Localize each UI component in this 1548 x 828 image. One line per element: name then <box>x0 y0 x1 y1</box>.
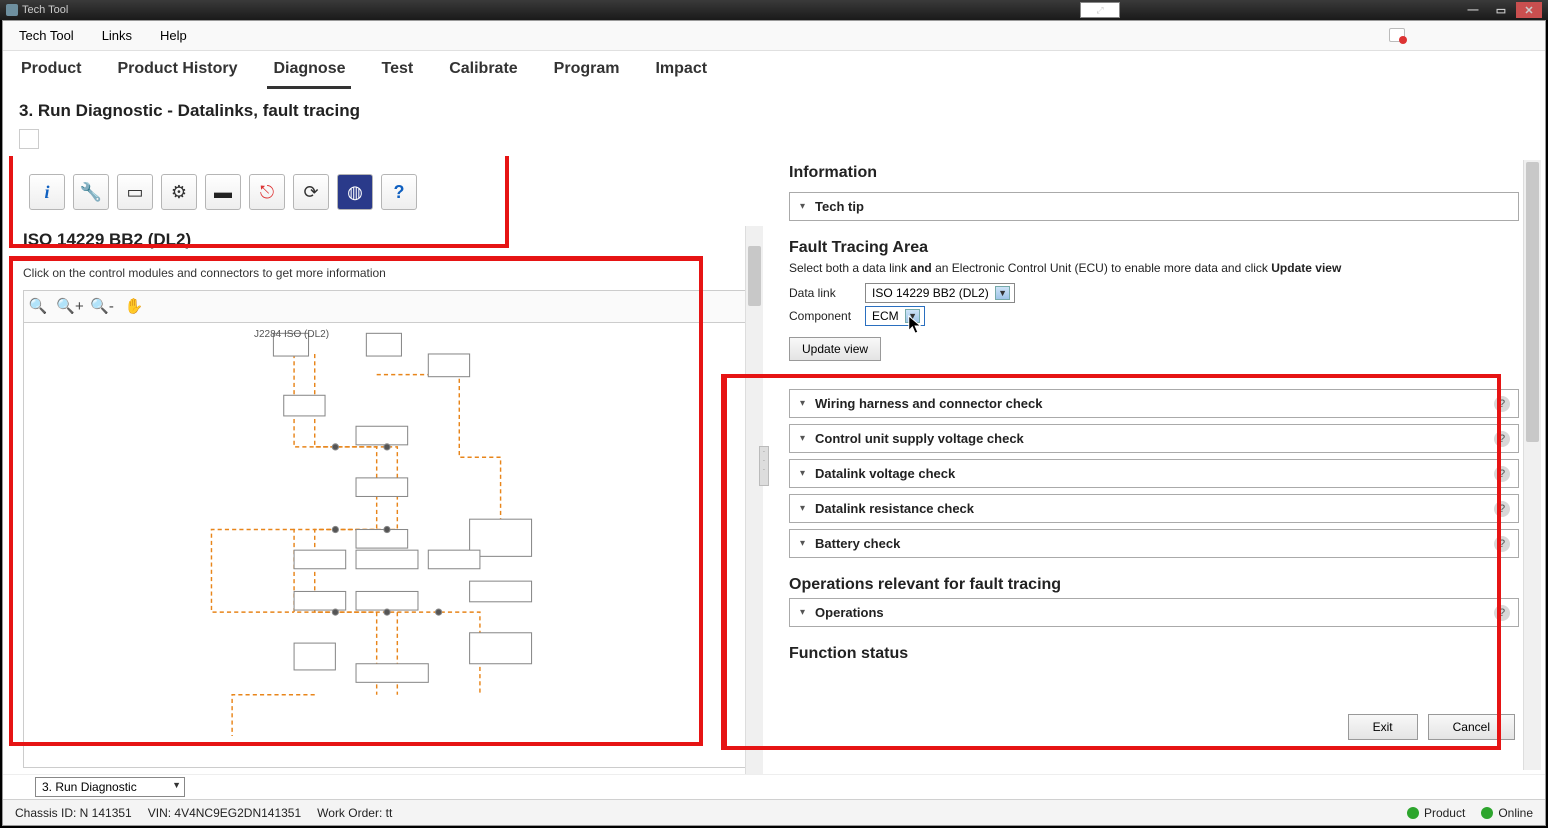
data-link-select[interactable]: ISO 14229 BB2 (DL2) <box>865 283 1015 303</box>
toolbar-info-icon[interactable]: i <box>29 174 65 210</box>
exit-button[interactable]: Exit <box>1348 714 1418 740</box>
status-product: Product <box>1407 806 1465 820</box>
tab-product-history[interactable]: Product History <box>111 52 243 89</box>
wiring-diagram[interactable]: J2284 ISO (DL2) <box>23 322 751 768</box>
app-menubar: Tech Tool Links Help <box>3 21 1545 51</box>
tech-tip-label: Tech tip <box>815 199 864 214</box>
chevron-down-icon: ▾ <box>800 398 805 409</box>
diagram-hint: Click on the control modules and connect… <box>23 260 751 290</box>
help-icon[interactable]: ? <box>1494 605 1510 621</box>
diagram-title-label: J2284 ISO (DL2) <box>254 329 329 340</box>
help-icon[interactable]: ? <box>1494 501 1510 517</box>
status-online: Online <box>1481 806 1533 820</box>
status-bar: Chassis ID: N 141351 VIN: 4V4NC9EG2DN141… <box>3 799 1545 825</box>
left-scrollbar[interactable] <box>745 226 763 774</box>
chevron-down-icon: ▾ <box>800 433 805 444</box>
help-icon[interactable]: ? <box>1494 431 1510 447</box>
diagram-section-title: ISO 14229 BB2 (DL2) <box>23 228 751 260</box>
right-scrollbar[interactable] <box>1523 160 1541 770</box>
toolbar-wrench-icon[interactable]: 🔧 <box>73 174 109 210</box>
window-titlebar: Tech Tool ⤢ — ▭ ✕ <box>0 0 1548 20</box>
zoom-in-icon[interactable]: 🔍+ <box>56 293 84 319</box>
toolbar-note-icon[interactable]: ▭ <box>117 174 153 210</box>
zoom-out-icon[interactable]: 🔍- <box>88 293 116 319</box>
window-resize-widget[interactable]: ⤢ <box>1080 2 1120 18</box>
window-minimize-button[interactable]: — <box>1460 2 1486 18</box>
accordion-operations[interactable]: ▾ Operations ? <box>789 598 1519 627</box>
component-label: Component <box>789 309 855 323</box>
chevron-down-icon: ▾ <box>800 468 805 479</box>
window-maximize-button[interactable]: ▭ <box>1488 2 1514 18</box>
status-work-order: Work Order: tt <box>317 806 392 820</box>
fault-tracing-heading: Fault Tracing Area <box>789 239 1519 257</box>
chevron-down-icon: ▾ <box>800 201 805 212</box>
page-title: 3. Run Diagnostic - Datalinks, fault tra… <box>3 89 1545 129</box>
toolbar-refresh-icon[interactable]: ⟳ <box>293 174 329 210</box>
status-dot-icon <box>1407 807 1419 819</box>
tab-impact[interactable]: Impact <box>649 52 713 89</box>
accordion-wiring-harness[interactable]: ▾ Wiring harness and connector check ? <box>789 389 1519 418</box>
help-icon[interactable]: ? <box>1494 536 1510 552</box>
toolbar-globe-icon[interactable]: ◍ <box>337 174 373 210</box>
operations-heading: Operations relevant for fault tracing <box>789 576 1519 594</box>
tab-calibrate[interactable]: Calibrate <box>443 52 523 89</box>
tab-test[interactable]: Test <box>375 52 419 89</box>
step-selector-row: 3. Run Diagnostic <box>3 774 1545 799</box>
notification-icon[interactable] <box>1389 28 1405 42</box>
help-icon[interactable]: ? <box>1494 466 1510 482</box>
tab-program[interactable]: Program <box>548 52 626 89</box>
breadcrumb-icon[interactable] <box>19 129 39 149</box>
step-selector[interactable]: 3. Run Diagnostic <box>35 777 185 797</box>
update-view-button[interactable]: Update view <box>789 337 881 361</box>
status-dot-icon <box>1481 807 1493 819</box>
accordion-datalink-voltage[interactable]: ▾ Datalink voltage check ? <box>789 459 1519 488</box>
window-title: Tech Tool <box>22 4 68 16</box>
tab-diagnose[interactable]: Diagnose <box>267 52 351 89</box>
cancel-button[interactable]: Cancel <box>1428 714 1515 740</box>
fault-tracing-instruction: Select both a data link and an Electroni… <box>789 261 1519 275</box>
toolbar-plug-icon[interactable]: ⎋ <box>249 174 285 210</box>
main-tabs: Product Product History Diagnose Test Ca… <box>3 51 1545 89</box>
menu-help[interactable]: Help <box>160 28 187 43</box>
chevron-down-icon: ▾ <box>800 607 805 618</box>
diagram-zoom-controls: 🔍 🔍+ 🔍- ✋ <box>23 290 751 322</box>
window-close-button[interactable]: ✕ <box>1516 2 1542 18</box>
component-select[interactable]: ECM <box>865 306 925 326</box>
help-icon[interactable]: ? <box>1494 396 1510 412</box>
diagram-toolbar: i 🔧 ▭ ⚙︎ ▬ ⎋ ⟳ ◍ ? <box>23 156 751 228</box>
zoom-fit-icon[interactable]: 🔍 <box>24 293 52 319</box>
app-icon <box>6 4 18 16</box>
tab-product[interactable]: Product <box>15 52 87 89</box>
toolbar-battery-icon[interactable]: ▬ <box>205 174 241 210</box>
status-vin: VIN: 4V4NC9EG2DN141351 <box>148 806 301 820</box>
accordion-tech-tip[interactable]: ▾ Tech tip <box>789 192 1519 221</box>
info-pane: Information ▾ Tech tip Fault Tracing Are… <box>763 156 1545 774</box>
menu-tech-tool[interactable]: Tech Tool <box>19 28 74 43</box>
accordion-battery-check[interactable]: ▾ Battery check ? <box>789 529 1519 558</box>
information-heading: Information <box>789 164 1519 182</box>
toolbar-gear-doc-icon[interactable]: ⚙︎ <box>161 174 197 210</box>
diagram-pane: i 🔧 ▭ ⚙︎ ▬ ⎋ ⟳ ◍ ? ISO 14229 BB2 (DL2) C… <box>3 156 763 774</box>
toolbar-help-icon[interactable]: ? <box>381 174 417 210</box>
chevron-down-icon: ▾ <box>800 503 805 514</box>
function-status-heading: Function status <box>789 645 1519 663</box>
menu-links[interactable]: Links <box>102 28 132 43</box>
status-chassis: Chassis ID: N 141351 <box>15 806 132 820</box>
pan-hand-icon[interactable]: ✋ <box>120 293 148 319</box>
accordion-datalink-resistance[interactable]: ▾ Datalink resistance check ? <box>789 494 1519 523</box>
chevron-down-icon: ▾ <box>800 538 805 549</box>
accordion-supply-voltage[interactable]: ▾ Control unit supply voltage check ? <box>789 424 1519 453</box>
data-link-label: Data link <box>789 286 855 300</box>
